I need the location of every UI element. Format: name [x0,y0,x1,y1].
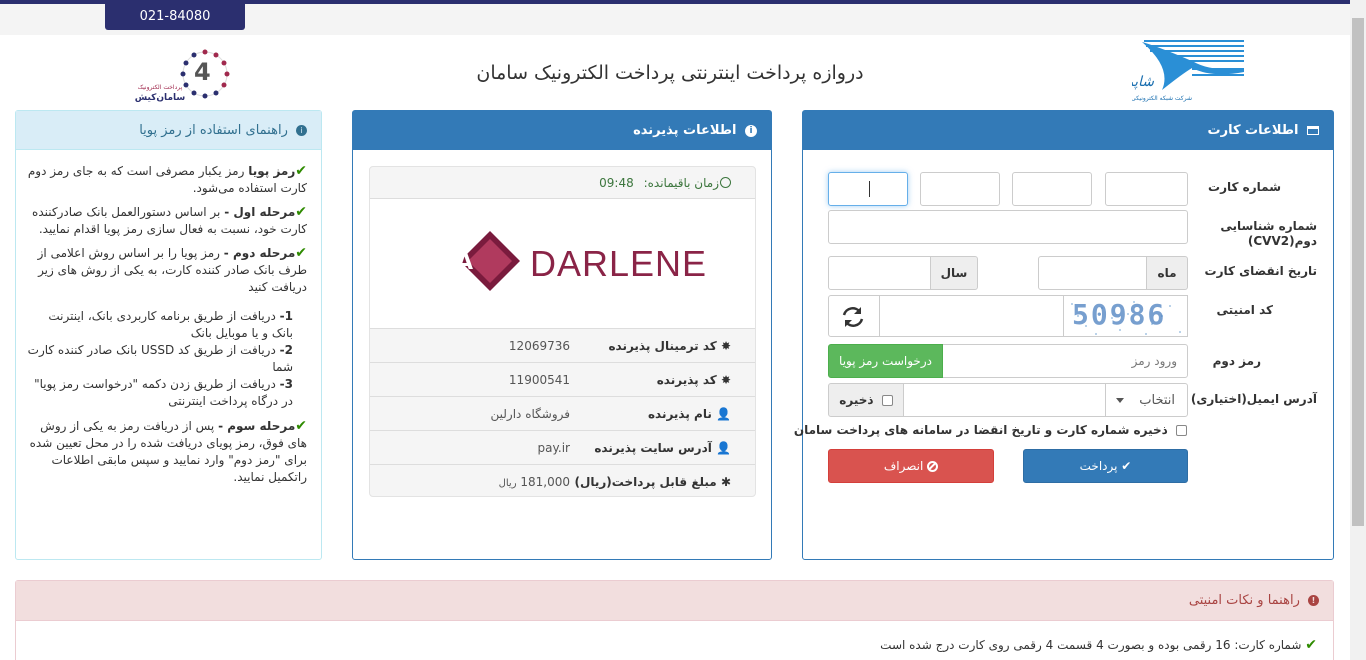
merchant-row: 👤 نام پذیرنده فروشگاه دارلین [370,397,755,431]
card-panel-header: اطلاعات کارت [803,111,1333,150]
expiry-label: تاریخ انقضای کارت [1204,264,1317,278]
pin2-label: رمز دوم [1212,354,1261,368]
alert-icon: ! [1308,595,1319,606]
user-icon: 👤 [716,407,731,421]
save-card-checkbox[interactable] [1176,425,1187,436]
guide-content: ✔رمز پویا رمز یکبار مصرفی است که به جای … [27,163,307,484]
ban-icon [927,461,939,472]
card-info-panel: اطلاعات کارت شماره کارت شماره شناسایی دو… [794,110,1334,560]
save-email-addon[interactable]: ذخیره [828,383,904,417]
support-phone: 021-84080 [105,4,245,30]
logo-left-text: پرداخت الکترونیک سامان‌کیش [134,84,186,103]
year-addon: سال [930,256,978,290]
check-icon: ✔ [295,204,307,220]
merchant-row: 👤 آدرس سایت پذیرنده pay.ir [370,431,755,465]
month-input[interactable] [1038,256,1147,290]
merchant-row: ✱ مبلغ قابل پرداخت(ریال) 181,000 ریال [498,475,731,489]
scrollbar-thumb[interactable] [1352,18,1364,526]
svg-text:DA: DA [456,250,473,275]
month-addon: ماه [1146,256,1188,290]
merchant-panel-header: i اطلاعات پذیرنده [353,111,771,150]
guide-panel-header: i راهنمای استفاده از رمز پویا [16,111,321,150]
clock-icon [720,177,731,188]
check-icon: ✔ [295,245,307,261]
asterisk-icon: ✸ [720,373,731,387]
amount-unit: ریال [498,478,517,489]
captcha-refresh-button[interactable] [828,295,880,337]
info-icon: i [745,124,757,137]
asterisk-icon: ✱ [720,475,731,489]
cancel-button[interactable]: انصراف [828,449,994,483]
email-label: آدرس ایمیل(اختیاری) [1190,392,1317,406]
captcha-input[interactable] [879,295,1064,337]
merchant-logo: DA DARLENE [370,199,755,329]
card-number-part-4[interactable] [828,172,908,206]
security-tips-panel: ! راهنما و نکات امنیتی ✔ شماره کارت: 16 … [15,580,1334,660]
merchant-logo-text: DARLENE [530,243,708,284]
check-icon: ✔ [1121,459,1132,473]
text-cursor [869,181,870,197]
merchant-info-panel: i اطلاعات پذیرنده زمان باقیمانده: 09:48 … [352,110,772,560]
card-number-part-3[interactable] [920,172,1000,206]
shaparak-logo: شاپرک شرکت شبکه الکترونیکی پرداخت کارت [1095,38,1248,106]
timer-row: زمان باقیمانده: 09:48 [370,167,755,199]
dynamic-pin-guide-panel: i راهنمای استفاده از رمز پویا ✔رمز پویا … [15,110,322,560]
logo-number: 4 [194,58,211,86]
check-icon: ✔ [1305,637,1317,653]
pay-button[interactable]: ✔ پرداخت [1023,449,1188,483]
email-domain-select[interactable]: انتخاب [1105,383,1188,417]
merchant-row: ✸ کد ترمینال پذیرنده 12069736 [370,329,755,363]
credit-card-icon [1307,126,1319,135]
merchant-row: ✸ کد پذیرنده 11900541 [370,363,755,397]
page-title: دروازه پرداخت اینترنتی پرداخت الکترونیک … [476,62,864,84]
timer-value: 09:48 [599,176,634,190]
guide-steps: 1- دریافت از طریق برنامه کاربردی بانک، ا… [27,309,293,408]
captcha-image: 50986 [1063,295,1188,337]
save-card-row[interactable]: ذخیره شماره کارت و تاریخ انقضا در سامانه… [794,423,1187,437]
refresh-icon [842,307,864,327]
captcha-text: 50986 [1072,298,1167,331]
check-icon: ✔ [295,418,307,434]
cvv2-input[interactable] [828,210,1188,244]
year-input[interactable] [828,256,931,290]
card-number-part-1[interactable] [1105,172,1188,206]
request-dynamic-pin-button[interactable]: درخواست رمز پویا [828,344,943,378]
check-icon: ✔ [295,163,307,179]
pin2-placeholder: ورود رمز [1131,354,1177,368]
cvv2-label: شماره شناسایی دوم(CVV2) [1220,219,1317,248]
card-number-label: شماره کارت [1208,180,1281,194]
chevron-down-icon [1116,398,1124,403]
email-input[interactable] [903,383,1106,417]
pin2-input[interactable]: ورود رمز [942,344,1188,378]
user-icon: 👤 [716,441,731,455]
info-icon: i [296,125,307,136]
amount-value: 181,000 [520,475,570,489]
svg-text:شرکت شبکه الکترونیکی پرداخت کا: شرکت شبکه الکترونیکی پرداخت کارت [1132,95,1192,102]
card-number-part-2[interactable] [1012,172,1092,206]
scrollbar[interactable] [1350,0,1366,660]
asterisk-icon: ✸ [720,339,731,353]
saman-kish-logo: 4 پرداخت الکترونیک سامان‌کیش [130,46,240,104]
merchant-details: زمان باقیمانده: 09:48 DA DARLENE ✸ کد تر… [369,166,756,497]
tips-panel-header: ! راهنما و نکات امنیتی [16,581,1333,621]
captcha-label: کد امنیتی [1216,303,1273,317]
save-email-checkbox[interactable] [881,395,893,406]
tip-line: ✔ شماره کارت: 16 رقمی بوده و بصورت 4 قسم… [880,637,1317,653]
svg-text:شاپرک: شاپرک [1132,74,1154,90]
